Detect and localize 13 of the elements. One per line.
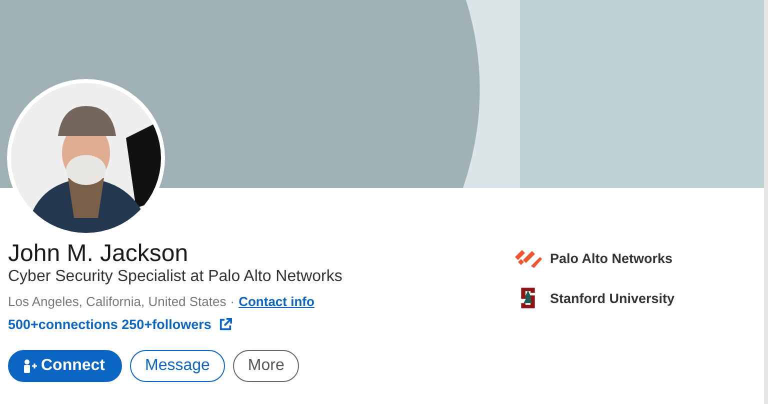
separator: ·	[230, 294, 235, 309]
contact-info-link[interactable]: Contact info	[238, 294, 314, 309]
profile-name: John M. Jackson	[8, 240, 190, 268]
add-person-icon	[23, 359, 37, 373]
profile-action-button[interactable]: More	[232, 350, 300, 382]
profile-action-button[interactable]: Connect	[8, 350, 122, 382]
network-link[interactable]: 500+connections 250+followers	[8, 317, 212, 332]
affiliation-name[interactable]: Stanford University	[550, 290, 675, 306]
profile-action-button[interactable]: Message	[130, 350, 225, 382]
headline: Cyber Security Specialist at Palo Alto Networks	[8, 268, 342, 286]
external-link-icon[interactable]	[219, 318, 232, 331]
affiliation-name[interactable]: Palo Alto Networks	[550, 250, 673, 266]
location: Los Angeles, California, United States	[8, 294, 226, 309]
